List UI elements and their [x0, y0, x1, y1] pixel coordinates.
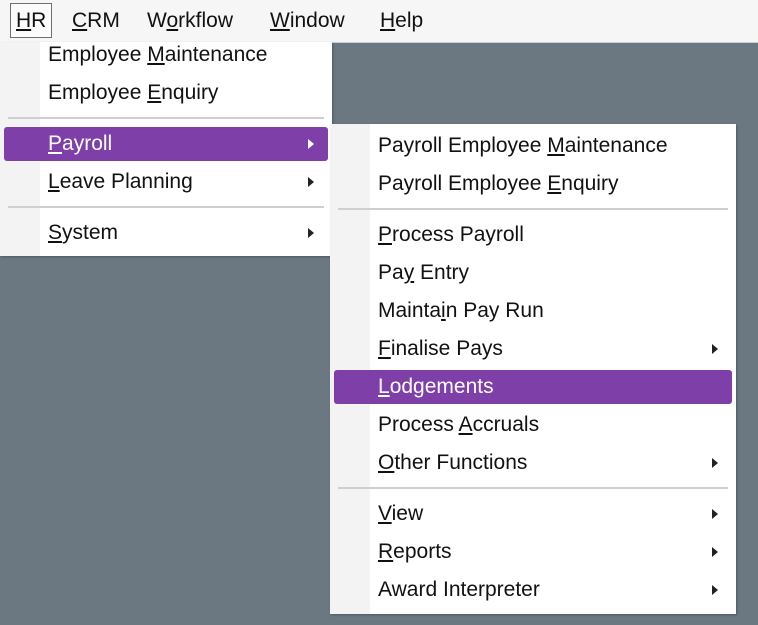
menu-item-label: Other Functions	[378, 451, 528, 474]
menu-item-reports[interactable]: Reports	[334, 535, 732, 569]
menu-item-payroll[interactable]: Payroll	[4, 127, 328, 161]
menu-item-other-functions[interactable]: Other Functions	[334, 446, 732, 480]
submenu-arrow-icon	[712, 458, 718, 468]
menu-item-maintain-pay-run[interactable]: Maintain Pay Run	[334, 294, 732, 328]
menu-item-leave-planning[interactable]: Leave Planning	[4, 165, 328, 199]
menu-item-employee-maintenance[interactable]: Employee Maintenance	[4, 38, 328, 72]
menu-hr[interactable]: HR	[10, 3, 53, 38]
menu-item-view[interactable]: View	[334, 497, 732, 531]
payroll-submenu: Payroll Employee Maintenance Payroll Emp…	[330, 124, 736, 614]
menu-help[interactable]: Help	[375, 4, 428, 37]
menu-item-label: Process Accruals	[378, 413, 540, 436]
menu-item-label: Employee Enquiry	[48, 81, 219, 104]
menu-item-label: Process Payroll	[378, 223, 524, 246]
submenu-arrow-icon	[308, 177, 314, 187]
submenu-arrow-icon	[308, 139, 314, 149]
submenu-arrow-icon	[308, 228, 314, 238]
menu-window[interactable]: Window	[265, 4, 350, 37]
menu-item-process-accruals[interactable]: Process Accruals	[334, 408, 732, 442]
menu-separator	[8, 206, 324, 208]
menu-item-label: Pay Entry	[378, 261, 470, 284]
menu-item-finalise-pays[interactable]: Finalise Pays	[334, 332, 732, 366]
menu-item-label: Maintain Pay Run	[378, 299, 544, 322]
submenu-arrow-icon	[712, 547, 718, 557]
submenu-arrow-icon	[712, 344, 718, 354]
menu-item-lodgements[interactable]: Lodgements	[334, 370, 732, 404]
menu-item-award-interpreter[interactable]: Award Interpreter	[334, 573, 732, 607]
menu-separator	[338, 487, 728, 489]
menu-crm[interactable]: CRM	[67, 4, 125, 37]
menu-item-label: Leave Planning	[48, 170, 193, 193]
menu-item-pay-entry[interactable]: Pay Entry	[334, 256, 732, 290]
menu-item-label: Employee Maintenance	[48, 43, 268, 66]
menu-item-label: Payroll Employee Maintenance	[378, 134, 668, 157]
submenu-arrow-icon	[712, 585, 718, 595]
menu-item-label: Payroll Employee Enquiry	[378, 172, 619, 195]
menu-item-payroll-employee-enquiry[interactable]: Payroll Employee Enquiry	[334, 167, 732, 201]
menu-separator	[8, 117, 324, 119]
menu-item-label: Reports	[378, 540, 452, 563]
menu-item-label: View	[378, 502, 424, 525]
menu-item-label: Lodgements	[378, 375, 494, 398]
hr-dropdown-menu: Employee Maintenance Employee Enquiry Pa…	[0, 42, 332, 256]
menu-workflow[interactable]: Workflow	[142, 4, 238, 37]
submenu-arrow-icon	[712, 509, 718, 519]
menu-item-label: Finalise Pays	[378, 337, 503, 360]
menu-item-label: Payroll	[48, 132, 113, 155]
menu-item-label: System	[48, 221, 119, 244]
menu-item-label: Award Interpreter	[378, 578, 540, 601]
menu-item-payroll-employee-maintenance[interactable]: Payroll Employee Maintenance	[334, 129, 732, 163]
menu-item-system[interactable]: System	[4, 216, 328, 250]
menu-bar: HR CRM Workflow Window Help	[0, 0, 758, 43]
menu-item-employee-enquiry[interactable]: Employee Enquiry	[4, 76, 328, 110]
menu-separator	[338, 208, 728, 210]
menu-item-process-payroll[interactable]: Process Payroll	[334, 218, 732, 252]
